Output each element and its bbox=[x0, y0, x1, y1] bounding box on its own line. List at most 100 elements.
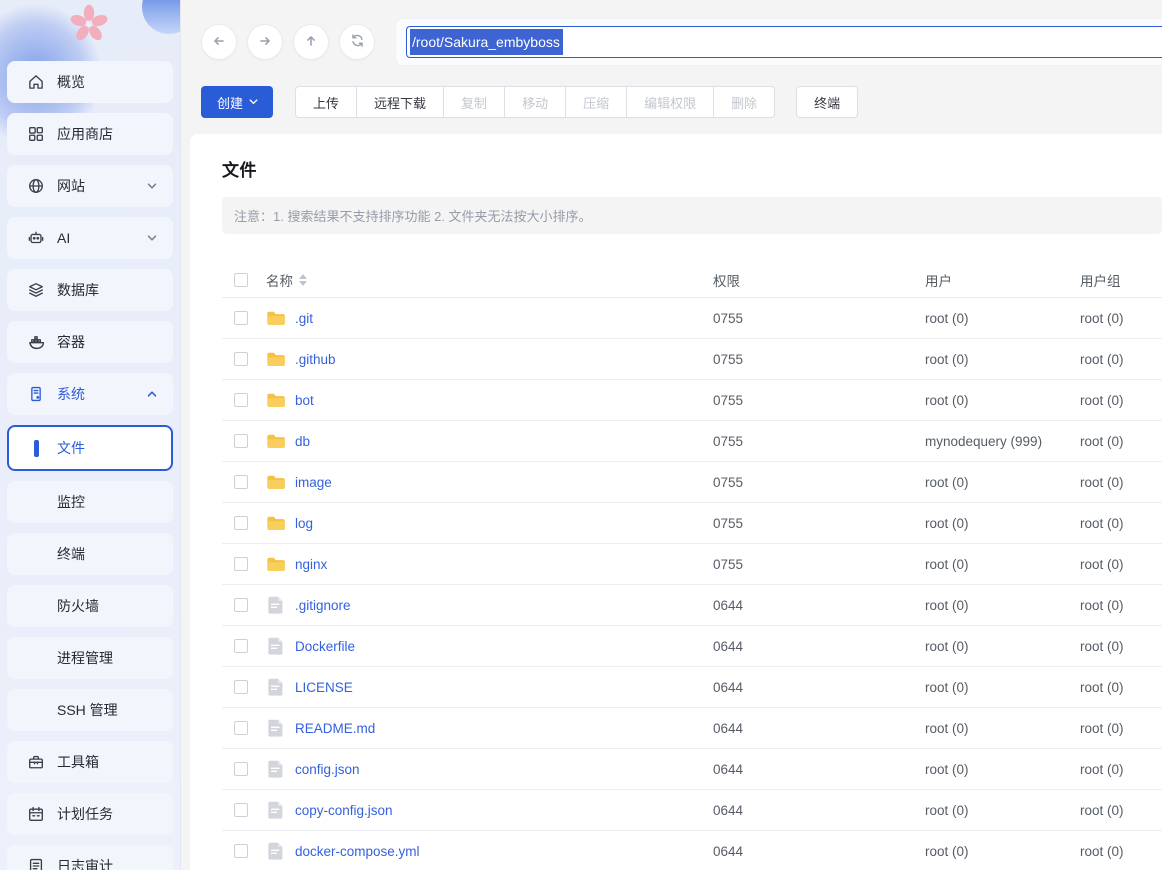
action-button-上传[interactable]: 上传 bbox=[295, 86, 357, 118]
file-name-link[interactable]: LICENSE bbox=[295, 680, 353, 695]
row-checkbox[interactable] bbox=[234, 475, 248, 489]
sidebar-item-process[interactable]: 进程管理 bbox=[7, 637, 173, 679]
file-name-link[interactable]: bot bbox=[295, 393, 314, 408]
group-cell: root (0) bbox=[1080, 352, 1162, 367]
row-checkbox[interactable] bbox=[234, 393, 248, 407]
row-checkbox[interactable] bbox=[234, 680, 248, 694]
sidebar-item-label: 监控 bbox=[57, 492, 85, 512]
create-button[interactable]: 创建 bbox=[201, 86, 273, 118]
sidebar-item-files[interactable]: 文件 bbox=[7, 425, 173, 471]
back-button[interactable] bbox=[201, 24, 237, 60]
sidebar-item-app-store[interactable]: 应用商店 bbox=[7, 113, 173, 155]
server-icon bbox=[26, 384, 46, 404]
home-icon bbox=[26, 72, 46, 92]
permission-cell: 0755 bbox=[713, 516, 925, 531]
permission-cell: 0644 bbox=[713, 762, 925, 777]
file-name-link[interactable]: copy-config.json bbox=[295, 803, 393, 818]
file-name-link[interactable]: log bbox=[295, 516, 313, 531]
file-icon bbox=[266, 718, 286, 738]
action-button-删除[interactable]: 删除 bbox=[714, 86, 775, 118]
sidebar-item-ssh[interactable]: SSH 管理 bbox=[7, 689, 173, 731]
group-cell: root (0) bbox=[1080, 803, 1162, 818]
row-checkbox[interactable] bbox=[234, 844, 248, 858]
path-bar: /root/Sakura_embyboss bbox=[395, 18, 1162, 66]
path-input[interactable]: /root/Sakura_embyboss bbox=[406, 26, 1162, 58]
sidebar-item-firewall[interactable]: 防火墙 bbox=[7, 585, 173, 627]
sidebar-item-website[interactable]: 网站 bbox=[7, 165, 173, 207]
sidebar-item-toolbox[interactable]: 工具箱 bbox=[7, 741, 173, 783]
file-name-link[interactable]: README.md bbox=[295, 721, 375, 736]
file-name-link[interactable]: .gitignore bbox=[295, 598, 351, 613]
file-name-link[interactable]: docker-compose.yml bbox=[295, 844, 420, 859]
row-checkbox[interactable] bbox=[234, 639, 248, 653]
row-checkbox[interactable] bbox=[234, 516, 248, 530]
up-button[interactable] bbox=[293, 24, 329, 60]
sidebar-item-label: 容器 bbox=[57, 332, 85, 352]
sidebar-item-container[interactable]: 容器 bbox=[7, 321, 173, 363]
refresh-button[interactable] bbox=[339, 24, 375, 60]
sidebar-item-label: 文件 bbox=[57, 438, 85, 458]
file-name-link[interactable]: Dockerfile bbox=[295, 639, 355, 654]
row-checkbox[interactable] bbox=[234, 352, 248, 366]
table-row: .gitignore 0644 root (0) root (0) bbox=[222, 585, 1162, 626]
permission-cell: 0755 bbox=[713, 352, 925, 367]
sidebar-item-cron[interactable]: 计划任务 bbox=[7, 793, 173, 835]
table-row: copy-config.json 0644 root (0) root (0) bbox=[222, 790, 1162, 831]
file-name-link[interactable]: .github bbox=[295, 352, 336, 367]
folder-icon bbox=[266, 431, 286, 451]
folder-icon bbox=[266, 472, 286, 492]
group-cell: root (0) bbox=[1080, 680, 1162, 695]
forward-button[interactable] bbox=[247, 24, 283, 60]
action-button-压缩[interactable]: 压缩 bbox=[566, 86, 627, 118]
group-cell: root (0) bbox=[1080, 598, 1162, 613]
file-icon bbox=[266, 595, 286, 615]
sidebar-item-monitor[interactable]: 监控 bbox=[7, 481, 173, 523]
selected-indicator bbox=[34, 440, 39, 457]
folder-icon bbox=[266, 390, 286, 410]
sidebar-item-system[interactable]: 系统 bbox=[7, 373, 173, 415]
permission-cell: 0755 bbox=[713, 393, 925, 408]
row-checkbox[interactable] bbox=[234, 803, 248, 817]
group-cell: root (0) bbox=[1080, 393, 1162, 408]
row-checkbox[interactable] bbox=[234, 311, 248, 325]
main-area: /root/Sakura_embyboss 创建 上传远程下载复制移动压缩编辑权… bbox=[181, 0, 1162, 870]
file-actions-toolbar: 创建 上传远程下载复制移动压缩编辑权限删除 终端 bbox=[181, 86, 1162, 118]
file-name-link[interactable]: db bbox=[295, 434, 310, 449]
sidebar-item-label: 进程管理 bbox=[57, 648, 113, 668]
table-row: db 0755 mynodequery (999) root (0) bbox=[222, 421, 1162, 462]
sidebar-item-database[interactable]: 数据库 bbox=[7, 269, 173, 311]
action-button-复制[interactable]: 复制 bbox=[444, 86, 505, 118]
row-checkbox[interactable] bbox=[234, 557, 248, 571]
group-cell: root (0) bbox=[1080, 475, 1162, 490]
sort-icon[interactable] bbox=[299, 274, 307, 286]
terminal-button[interactable]: 终端 bbox=[796, 86, 858, 118]
row-checkbox[interactable] bbox=[234, 598, 248, 612]
action-button-编辑权限[interactable]: 编辑权限 bbox=[627, 86, 714, 118]
table-row: .git 0755 root (0) root (0) bbox=[222, 298, 1162, 339]
row-checkbox[interactable] bbox=[234, 762, 248, 776]
table-row: README.md 0644 root (0) root (0) bbox=[222, 708, 1162, 749]
sidebar-item-terminal[interactable]: 终端 bbox=[7, 533, 173, 575]
file-name-link[interactable]: nginx bbox=[295, 557, 327, 572]
file-name-link[interactable]: config.json bbox=[295, 762, 360, 777]
action-button-远程下载[interactable]: 远程下载 bbox=[357, 86, 444, 118]
sidebar-item-overview[interactable]: 概览 bbox=[7, 61, 173, 103]
column-header-name[interactable]: 名称 bbox=[266, 270, 713, 290]
user-cell: root (0) bbox=[925, 475, 1080, 490]
sidebar-item-ai[interactable]: AI bbox=[7, 217, 173, 259]
file-name-link[interactable]: image bbox=[295, 475, 332, 490]
calendar-icon bbox=[26, 804, 46, 824]
permission-cell: 0755 bbox=[713, 557, 925, 572]
user-cell: root (0) bbox=[925, 721, 1080, 736]
action-button-移动[interactable]: 移动 bbox=[505, 86, 566, 118]
file-name-link[interactable]: .git bbox=[295, 311, 313, 326]
sidebar-item-label: AI bbox=[57, 230, 70, 246]
permission-cell: 0644 bbox=[713, 598, 925, 613]
select-all-checkbox[interactable] bbox=[234, 273, 248, 287]
permission-cell: 0644 bbox=[713, 639, 925, 654]
row-checkbox[interactable] bbox=[234, 721, 248, 735]
sidebar-item-log-audit[interactable]: 日志审计 bbox=[7, 845, 173, 870]
row-checkbox[interactable] bbox=[234, 434, 248, 448]
sidebar-item-label: 系统 bbox=[57, 384, 85, 404]
sidebar-item-label: 数据库 bbox=[57, 280, 99, 300]
